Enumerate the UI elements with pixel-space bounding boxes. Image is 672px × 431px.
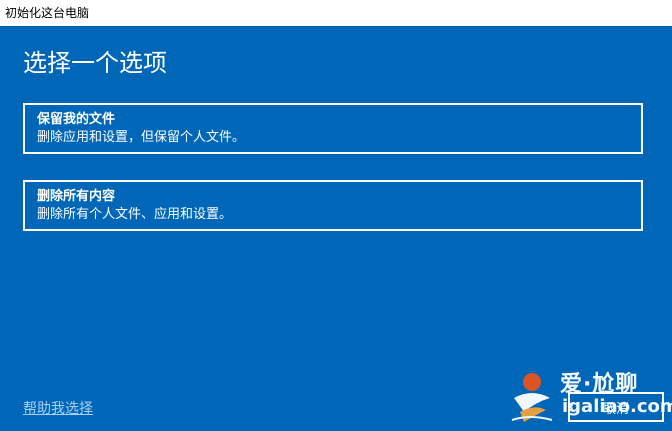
window-title: 初始化这台电脑 — [5, 6, 90, 20]
remove-everything-option[interactable]: 删除所有内容 删除所有个人文件、应用和设置。 — [23, 180, 643, 231]
option-title: 删除所有内容 — [37, 189, 116, 204]
site-watermark-logo: 爱·尬聊 igaliao.com — [510, 366, 672, 428]
watermark-emblem-icon — [511, 373, 553, 422]
option-description: 删除所有个人文件、应用和设置。 — [37, 207, 233, 222]
option-title: 保留我的文件 — [37, 112, 116, 127]
page-heading: 选择一个选项 — [23, 49, 167, 77]
keep-my-files-option[interactable]: 保留我的文件 删除应用和设置，但保留个人文件。 — [23, 103, 643, 154]
watermark-text-bottom: igaliao.com — [562, 396, 672, 417]
reset-pc-window: 初始化这台电脑 选择一个选项 保留我的文件 删除应用和设置，但保留个人文件。 删… — [0, 0, 672, 431]
title-bar: 初始化这台电脑 — [0, 0, 672, 26]
watermark-text-top: 爱·尬聊 — [560, 372, 639, 397]
help-me-choose-link[interactable]: 帮助我选择 — [23, 398, 93, 418]
option-description: 删除应用和设置，但保留个人文件。 — [37, 130, 246, 145]
